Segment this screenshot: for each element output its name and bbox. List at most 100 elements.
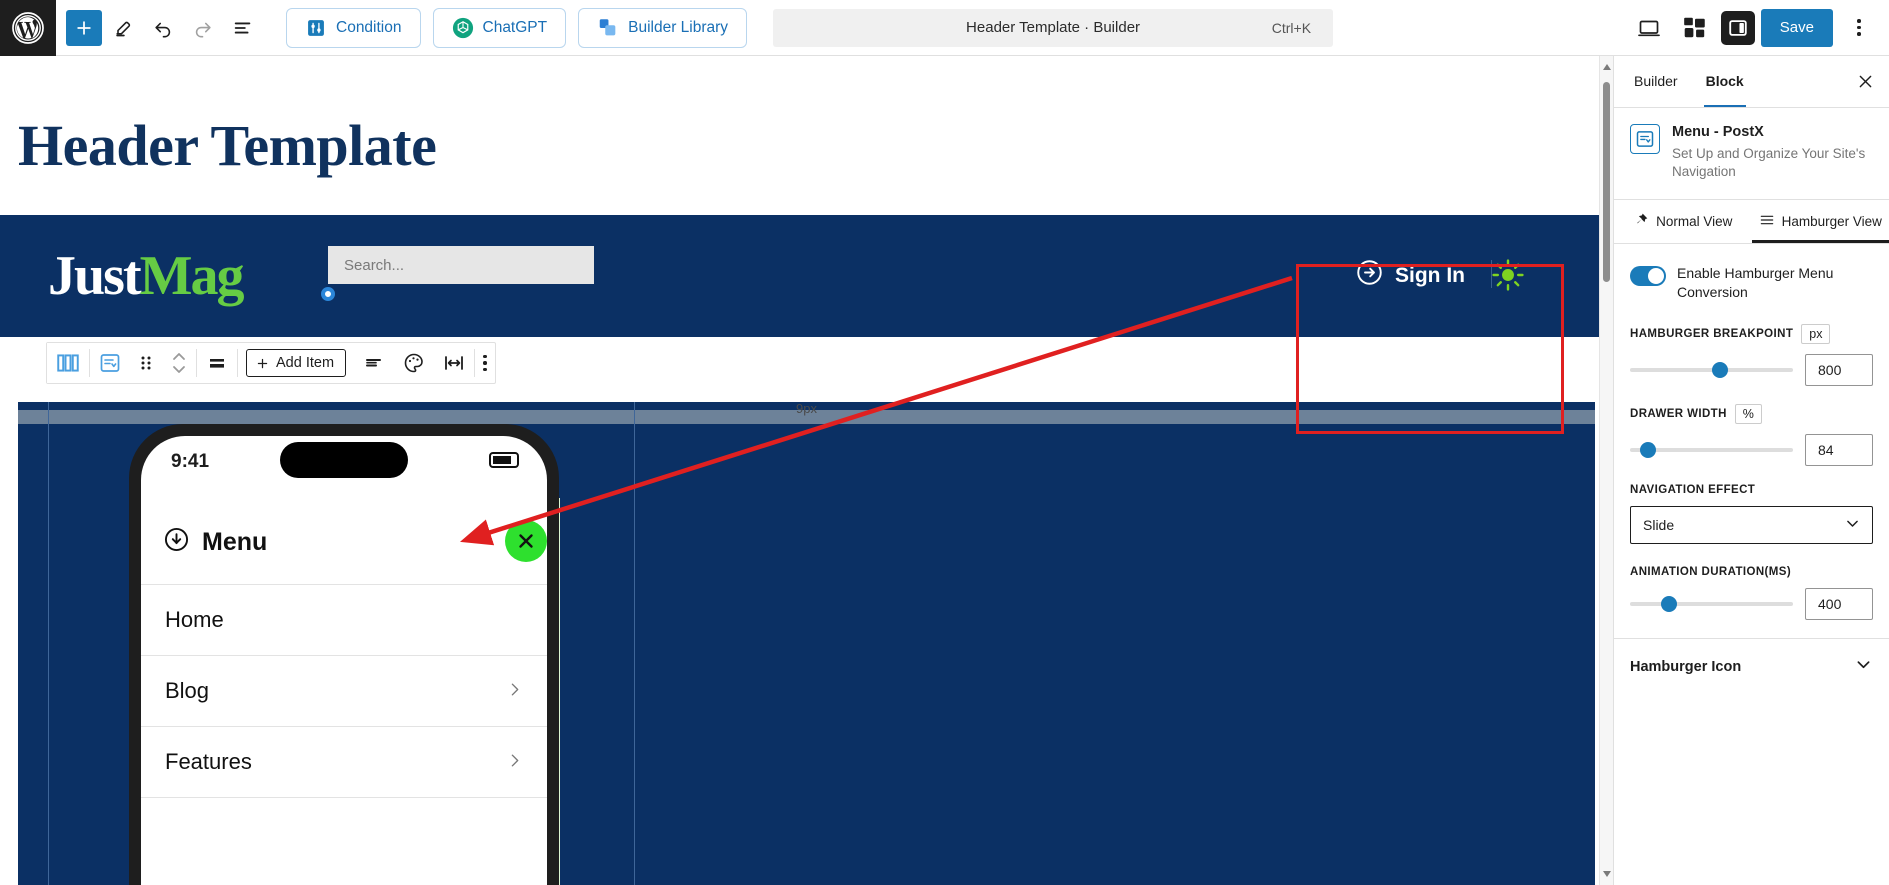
- menu-block-icon: [1630, 124, 1660, 154]
- animation-duration-header: Animation Duration(MS): [1630, 566, 1873, 578]
- layout-guide-right: [634, 402, 635, 885]
- close-icon[interactable]: [1847, 64, 1883, 100]
- enable-hamburger-toggle[interactable]: [1630, 266, 1666, 287]
- builder-library-label: Builder Library: [628, 18, 729, 36]
- logo-text-primary: Just: [48, 244, 142, 307]
- blocks-icon[interactable]: [1675, 8, 1715, 48]
- sun-icon[interactable]: [1491, 258, 1525, 297]
- menu-item-blog[interactable]: Blog: [141, 656, 547, 727]
- kebab-menu-icon[interactable]: [1839, 8, 1879, 48]
- list-view-icon[interactable]: [224, 9, 262, 47]
- add-item-button[interactable]: Add Item: [238, 343, 354, 383]
- menu-item-features[interactable]: Features: [141, 727, 547, 798]
- close-x-icon[interactable]: [505, 520, 547, 562]
- breakpoint-header: Hamburger Breakpoint px: [1630, 324, 1873, 345]
- breakpoint-value-input[interactable]: 800: [1805, 354, 1873, 387]
- chatgpt-button[interactable]: ChatGPT: [432, 7, 567, 48]
- breakpoint-label: Hamburger Breakpoint: [1630, 328, 1794, 341]
- block-selection-handle[interactable]: [321, 287, 335, 301]
- save-button[interactable]: Save: [1760, 8, 1833, 47]
- menu-item-label: Home: [165, 607, 224, 632]
- columns-block-icon[interactable]: [47, 343, 89, 383]
- phone-screen: 9:41 Menu Home Blog Features: [141, 436, 547, 885]
- drawer-width-unit[interactable]: %: [1734, 404, 1762, 425]
- menu-item-home[interactable]: Home: [141, 585, 547, 656]
- animation-duration-slider-row: 400: [1630, 588, 1873, 621]
- builder-library-button[interactable]: Builder Library: [578, 7, 748, 48]
- settings-sidebar-icon[interactable]: [1720, 10, 1755, 45]
- canvas-scrollbar[interactable]: [1599, 56, 1613, 885]
- list-settings-icon[interactable]: [354, 343, 394, 383]
- condition-button[interactable]: Condition: [286, 7, 421, 48]
- breakpoint-slider[interactable]: [1630, 362, 1793, 379]
- battery-icon: [489, 452, 519, 468]
- wordpress-block-editor: Condition ChatGPT Builder Library Header…: [0, 0, 1889, 885]
- drawer-width-value-input[interactable]: 84: [1805, 434, 1873, 467]
- more-options-icon[interactable]: [475, 343, 495, 383]
- scroll-up-arrow-icon[interactable]: [1603, 64, 1611, 70]
- enable-hamburger-label: Enable Hamburger Menu Conversion: [1677, 265, 1834, 301]
- drawer-width-slider[interactable]: [1630, 442, 1793, 459]
- tab-block[interactable]: Block: [1692, 56, 1758, 107]
- hamburger-icon: [1759, 212, 1775, 231]
- chevron-right-icon[interactable]: [506, 678, 523, 704]
- hamburger-view-label: Hamburger View: [1781, 214, 1882, 230]
- condition-sliders-icon: [305, 17, 327, 39]
- scroll-down-arrow-icon[interactable]: [1603, 871, 1611, 877]
- add-block-button[interactable]: [66, 9, 102, 46]
- animation-duration-value-input[interactable]: 400: [1805, 588, 1873, 621]
- navigation-effect-control: Navigation Effect: [1614, 470, 1889, 496]
- page-title: Header Template: [18, 113, 437, 178]
- toolbar-tools-group: [56, 9, 262, 47]
- tab-normal-view[interactable]: Normal View: [1614, 200, 1752, 243]
- normal-view-label: Normal View: [1656, 214, 1733, 230]
- wordpress-logo-icon[interactable]: [0, 0, 56, 56]
- chevron-right-icon[interactable]: [506, 749, 523, 775]
- spacing-value-label: 9px: [796, 402, 817, 416]
- sign-in-link[interactable]: Sign In: [1356, 259, 1492, 292]
- site-logo[interactable]: JustMag: [48, 248, 244, 304]
- hamburger-icon-accordion[interactable]: Hamburger Icon: [1614, 638, 1889, 694]
- color-palette-icon[interactable]: [394, 343, 434, 383]
- download-circle-icon: [163, 526, 190, 558]
- search-input[interactable]: Search...: [328, 246, 594, 284]
- edit-pencil-icon[interactable]: [104, 9, 142, 47]
- drag-handle-icon[interactable]: [130, 343, 162, 383]
- tab-builder[interactable]: Builder: [1620, 56, 1692, 107]
- editor-canvas: Header Template JustMag Search... Sign I…: [0, 56, 1613, 885]
- menu-block-icon[interactable]: [90, 343, 130, 383]
- desktop-preview-icon[interactable]: [1629, 8, 1669, 48]
- navigation-effect-select[interactable]: Slide: [1630, 506, 1873, 545]
- drawer-width-control: Drawer Width % 84: [1614, 390, 1889, 470]
- drawer-width-header: Drawer Width %: [1630, 404, 1873, 425]
- tab-hamburger-view[interactable]: Hamburger View: [1751, 200, 1889, 244]
- chevron-down-icon: [1854, 655, 1873, 678]
- command-shortcut: Ctrl+K: [1271, 19, 1312, 36]
- spacing-icon[interactable]: [434, 343, 474, 383]
- condition-label: Condition: [336, 18, 402, 36]
- breakpoint-unit[interactable]: px: [1801, 324, 1831, 345]
- navigation-effect-value: Slide: [1643, 517, 1675, 534]
- editor-top-toolbar: Condition ChatGPT Builder Library Header…: [0, 0, 1889, 56]
- block-description: Set Up and Organize Your Site's Navigati…: [1672, 146, 1866, 180]
- site-header-block[interactable]: JustMag Search... Sign In: [0, 215, 1613, 337]
- mobile-preview-region: 9px team at our 9:41: [18, 402, 1595, 885]
- chevron-down-icon: [1844, 515, 1861, 535]
- chatgpt-label: ChatGPT: [482, 18, 548, 36]
- navigation-effect-header: Navigation Effect: [1630, 484, 1873, 496]
- chatgpt-logo-icon: [452, 17, 474, 39]
- topbar-right-actions: Save: [1629, 8, 1889, 48]
- menu-item-label: Blog: [165, 678, 210, 703]
- editor-body: Header Template JustMag Search... Sign I…: [0, 56, 1889, 885]
- phone-status-bar: 9:41: [141, 436, 547, 488]
- settings-sidebar: Builder Block Menu - PostX Set Up and Or: [1613, 56, 1889, 885]
- scrollbar-thumb[interactable]: [1603, 82, 1610, 282]
- enable-hamburger-toggle-row: Enable Hamburger Menu Conversion: [1614, 244, 1889, 310]
- move-up-down-icon[interactable]: [162, 343, 196, 383]
- align-icon[interactable]: [197, 343, 237, 383]
- block-info-text: Menu - PostX Set Up and Organize Your Si…: [1672, 124, 1873, 181]
- redo-icon[interactable]: [184, 9, 222, 47]
- animation-duration-slider[interactable]: [1630, 596, 1793, 613]
- document-title-field[interactable]: Header Template · Builder Ctrl+K: [773, 8, 1334, 47]
- undo-icon[interactable]: [144, 9, 182, 47]
